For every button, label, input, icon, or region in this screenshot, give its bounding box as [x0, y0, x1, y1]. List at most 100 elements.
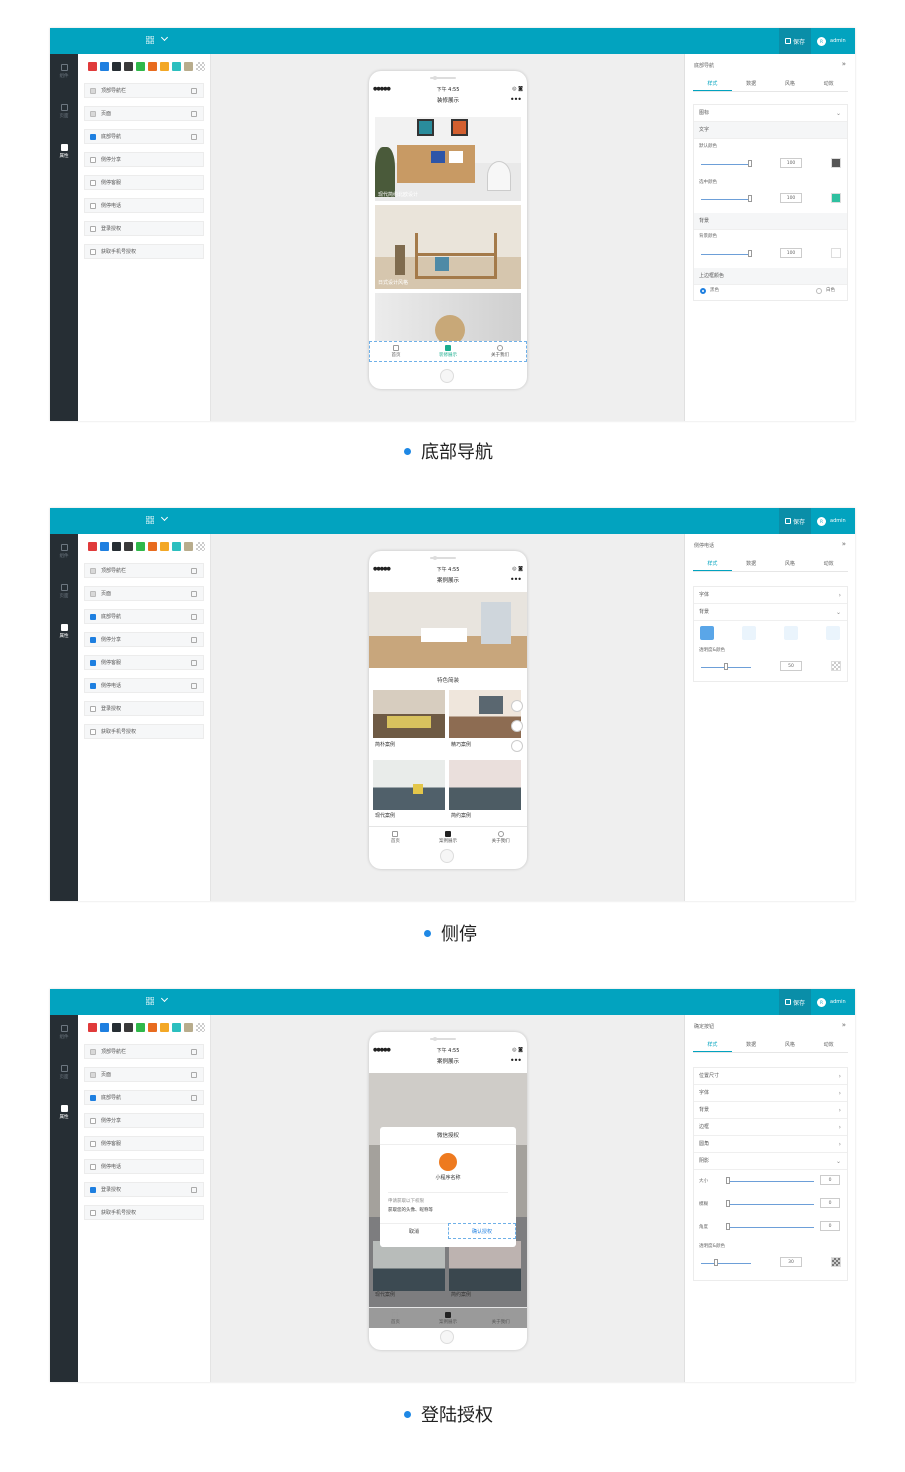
slider-handle[interactable] [724, 663, 728, 670]
float-phone-icon[interactable] [511, 740, 523, 752]
shadow-angle-input[interactable]: 0 [820, 1221, 840, 1231]
collapse-icon[interactable]: » [842, 540, 846, 548]
list-item[interactable]: 登录授权 [84, 701, 204, 716]
user-menu[interactable]: Radmin [817, 989, 846, 1015]
list-item[interactable]: 获取手机号授权 [84, 244, 204, 259]
color-picker[interactable] [831, 1257, 841, 1267]
checkbox[interactable] [90, 1140, 96, 1147]
swatch[interactable] [88, 542, 97, 551]
rail-item-components[interactable]: 组件 [50, 1019, 78, 1045]
list-item[interactable]: 侧停电话 [84, 678, 204, 693]
list-item[interactable]: 顶部导航栏 [84, 563, 204, 578]
bg-image-icon[interactable] [784, 626, 798, 640]
checkbox[interactable] [90, 682, 96, 689]
checkbox[interactable] [90, 179, 96, 186]
swatch[interactable] [124, 62, 133, 71]
float-service-icon[interactable] [511, 720, 523, 732]
tab-data[interactable]: 数据 [732, 1037, 771, 1052]
swatch[interactable] [124, 1023, 133, 1032]
opacity-slider[interactable] [701, 199, 751, 200]
checkbox[interactable] [90, 1117, 96, 1124]
case-card[interactable] [449, 690, 521, 738]
list-item[interactable]: 侧停分享 [84, 152, 204, 167]
swatch-transparent[interactable] [196, 1023, 205, 1032]
rail-item-properties[interactable]: 属性 [50, 138, 78, 164]
list-item[interactable]: 顶部导航栏 [84, 1044, 204, 1059]
list-item[interactable]: 顶部导航栏 [84, 83, 204, 98]
prop-row-font[interactable]: 字体 › [694, 1085, 847, 1102]
list-item[interactable]: 登录授权 [84, 221, 204, 236]
collapse-icon[interactable]: » [842, 1021, 846, 1029]
edit-icon[interactable] [191, 1095, 197, 1101]
swatch[interactable] [100, 542, 109, 551]
more-icon[interactable]: ••• [510, 93, 522, 107]
swatch[interactable] [88, 1023, 97, 1032]
slider-handle[interactable] [714, 1259, 718, 1266]
list-item[interactable]: 页面 [84, 1067, 204, 1082]
list-item[interactable]: 侧停电话 [84, 198, 204, 213]
checkbox[interactable] [90, 1186, 96, 1193]
checkbox[interactable] [90, 1048, 96, 1055]
swatch[interactable] [88, 62, 97, 71]
checkbox[interactable] [90, 728, 96, 735]
list-item[interactable]: 侧停客服 [84, 175, 204, 190]
radio-black[interactable] [700, 288, 706, 294]
opacity-slider[interactable] [701, 254, 751, 255]
slider-handle[interactable] [748, 160, 752, 167]
list-item[interactable]: 侧停电话 [84, 1159, 204, 1174]
save-button[interactable]: 保存 [779, 989, 811, 1015]
rail-item-pages[interactable]: 页面 [50, 1059, 78, 1085]
tab-animation[interactable]: 动效 [809, 556, 848, 571]
bg-color-fill-icon[interactable] [700, 626, 714, 640]
prop-row-border[interactable]: 边框 › [694, 1119, 847, 1136]
case-card[interactable]: 日式设计风格 [375, 205, 521, 289]
case-card[interactable] [449, 760, 521, 810]
prop-row-icon[interactable]: 图标 ⌄ [694, 105, 847, 122]
more-icon[interactable]: ••• [510, 1054, 522, 1068]
user-menu[interactable]: Radmin [817, 508, 846, 534]
prop-row-font[interactable]: 字体 › [694, 587, 847, 604]
list-item[interactable]: 侧停客服 [84, 1136, 204, 1151]
tab-showcase[interactable]: 装修展示 [422, 342, 474, 361]
list-item[interactable]: 底部导航 [84, 609, 204, 624]
edit-icon[interactable] [191, 660, 197, 666]
tab-style[interactable]: 样式 [693, 76, 732, 91]
tab-home[interactable]: 首页 [370, 342, 422, 361]
swatch[interactable] [160, 62, 169, 71]
hero-banner[interactable] [369, 592, 527, 668]
grid-icon[interactable] [146, 36, 154, 44]
rail-item-components[interactable]: 组件 [50, 538, 78, 564]
color-picker[interactable] [831, 158, 841, 168]
confirm-auth-button[interactable]: 确认授权 [448, 1223, 516, 1239]
swatch[interactable] [160, 542, 169, 551]
chevron-down-icon[interactable] [160, 994, 169, 1003]
checkbox[interactable] [90, 225, 96, 232]
chevron-down-icon[interactable] [160, 33, 169, 42]
case-card[interactable] [373, 690, 445, 738]
shadow-angle-slider[interactable] [726, 1227, 814, 1228]
swatch[interactable] [148, 62, 157, 71]
swatch[interactable] [172, 62, 181, 71]
checkbox[interactable] [90, 567, 96, 574]
tab-cases[interactable]: 案例展示 [422, 827, 475, 847]
swatch[interactable] [184, 62, 193, 71]
slider-handle[interactable] [726, 1223, 730, 1230]
tab-style[interactable]: 样式 [693, 1037, 732, 1052]
prop-row-bg[interactable]: 背景 ⌄ [694, 604, 847, 621]
swatch[interactable] [100, 1023, 109, 1032]
checkbox[interactable] [90, 705, 96, 712]
swatch[interactable] [112, 62, 121, 71]
rail-item-properties[interactable]: 属性 [50, 1099, 78, 1125]
checkbox[interactable] [90, 87, 96, 94]
save-button[interactable]: 保存 [779, 28, 811, 54]
tab-theme[interactable]: 风格 [771, 1037, 810, 1052]
swatch[interactable] [124, 542, 133, 551]
tab-data[interactable]: 数据 [732, 76, 771, 91]
shadow-blur-input[interactable]: 0 [820, 1198, 840, 1208]
case-card[interactable] [373, 760, 445, 810]
prop-row-radius[interactable]: 圆角 › [694, 1136, 847, 1153]
swatch[interactable] [136, 62, 145, 71]
slider-handle[interactable] [748, 250, 752, 257]
rail-item-properties[interactable]: 属性 [50, 618, 78, 644]
tab-theme[interactable]: 风格 [771, 556, 810, 571]
